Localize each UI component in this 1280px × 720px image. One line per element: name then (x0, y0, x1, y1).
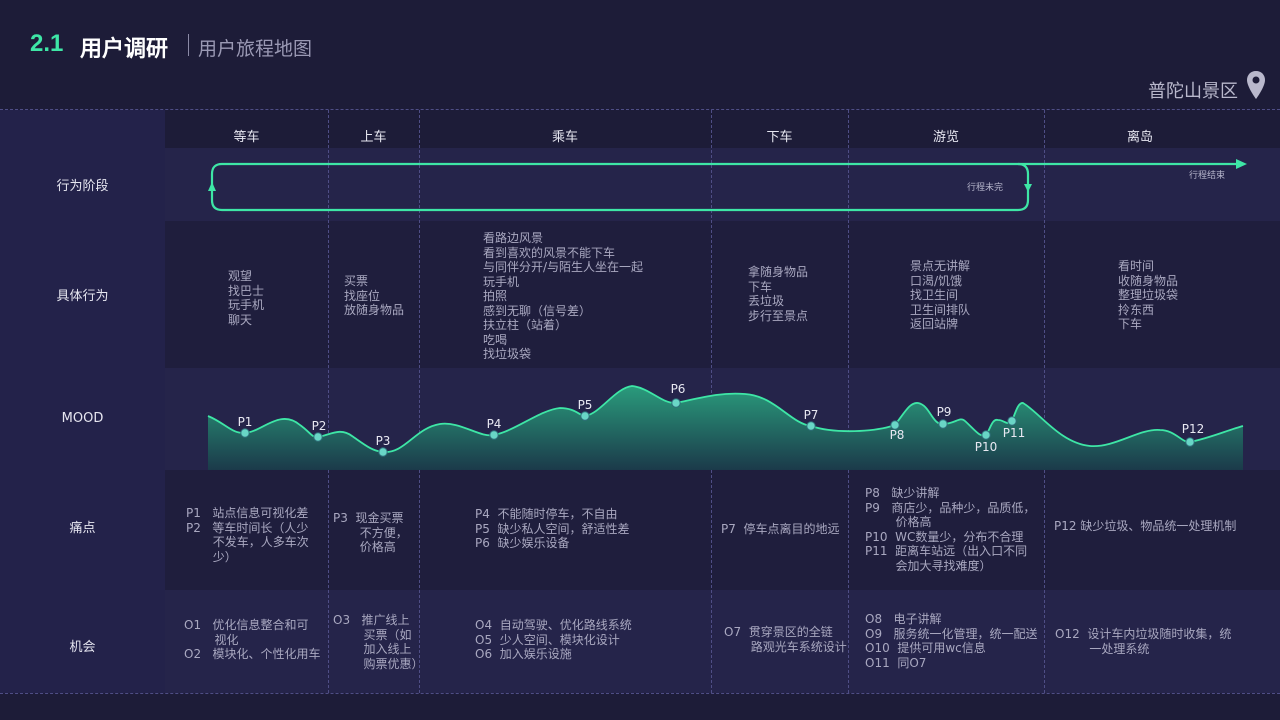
stage-waiting: 等车 (233, 130, 260, 145)
opportunity-waiting: O1 优化信息整合和可 视化 O2 模块化、个性化用车 (184, 618, 321, 661)
stage-leaving: 离岛 (1126, 130, 1153, 145)
mood-curve: P1 P2 P3 P4 P5 P6 P7 P8 P9 P10 P11 P12 (207, 382, 1244, 470)
loop-label: 行程未完 (967, 183, 1004, 193)
actions-touring: 景点无讲解 口渴/饥饿 找卫生间 卫生间排队 返回站牌 (910, 259, 971, 331)
top-divider (0, 109, 1280, 110)
mood-point-label: P6 (671, 382, 686, 396)
mood-point (580, 411, 590, 421)
mood-point (489, 430, 499, 440)
pain-waiting: P1 站点信息可视化差 P2 等车时间长（人少 不发车，人多车次 少） (186, 506, 309, 564)
mood-point (1185, 437, 1195, 447)
stage-touring: 游览 (932, 130, 959, 145)
mood-point (981, 430, 991, 440)
actions-alighting: 拿随身物品 下车 丢垃圾 步行至景点 (748, 265, 809, 323)
mood-point-label: P12 (1182, 422, 1205, 436)
opportunity-touring: O8 电子讲解 O9 服务统一化管理，统一配送 O10 提供可用wc信息 O11… (865, 612, 1038, 670)
end-label: 行程结束 (1189, 171, 1226, 181)
mood-point-label: P1 (238, 415, 253, 429)
mood-point (313, 432, 323, 442)
pain-leaving: P12 缺少垃圾、物品统一处理机制 (1054, 519, 1237, 533)
actions-riding: 看路边风景 看到喜欢的风景不能下车 与同伴分开/与陌生人坐在一起 玩手机 拍照 … (483, 231, 644, 361)
mood-point (378, 447, 388, 457)
actions-boarding: 买票 找座位 放随身物品 (344, 274, 405, 317)
map-pin-icon (1247, 71, 1265, 99)
mood-point-label: P7 (804, 408, 819, 422)
opportunity-alighting: O7 贯穿景区的全链 路观光车系统设计 (724, 625, 847, 654)
section-number: 2.1 (30, 30, 64, 57)
opportunity-riding: O4 自动驾驶、优化路线系统 O5 少人空间、模块化设计 O6 加入娱乐设施 (475, 618, 632, 661)
pain-alighting: P7 停车点离目的地远 (721, 522, 840, 536)
page-title: 用户调研 (80, 37, 169, 62)
mood-point (240, 428, 250, 438)
stage-alighting: 下车 (766, 130, 793, 145)
bottom-divider (0, 693, 1280, 694)
mood-point-label: P10 (975, 440, 998, 454)
page-subtitle: 用户旅程地图 (198, 38, 313, 60)
mood-point-label: P4 (487, 417, 502, 431)
loop-arrow-icon (208, 159, 1247, 212)
mood-point-label: P2 (312, 419, 327, 433)
mood-point (671, 398, 681, 408)
mood-point-label: P8 (890, 428, 905, 442)
mood-point-label: P5 (578, 398, 593, 412)
stage-riding: 乘车 (551, 130, 578, 145)
pain-boarding: P3 现金买票 不方便， 价格高 (333, 511, 408, 554)
mood-point-label: P9 (937, 405, 952, 419)
opportunity-boarding: O3 推广线上 买票（如 加入线上 购票优惠） (333, 613, 424, 671)
location-label: 普陀山景区 (1148, 81, 1238, 102)
actions-leaving: 看时间 收随身物品 整理垃圾袋 拎东西 下车 (1118, 259, 1179, 331)
title-divider (188, 34, 189, 56)
mood-point (806, 421, 816, 431)
pain-touring: P8 缺少讲解 P9 商店少，品种少，品质低， 价格高 P10 WC数量少，分布… (865, 486, 1036, 573)
row-label-opportunities: 机会 (69, 639, 96, 655)
mood-point (1007, 416, 1017, 426)
row-label-actions: 具体行为 (56, 289, 109, 304)
mood-point-label: P3 (376, 434, 391, 448)
stage-boarding: 上车 (360, 130, 387, 145)
mood-point-label: P11 (1003, 426, 1026, 440)
row-label-pain-points: 痛点 (69, 520, 96, 536)
actions-waiting: 观望 找巴士 玩手机 聊天 (228, 269, 265, 327)
pain-riding: P4 不能随时停车，不自由 P5 缺少私人空间，舒适性差 P6 缺少娱乐设备 (475, 507, 630, 550)
mood-area (208, 386, 1243, 470)
opportunity-leaving: O12 设计车内垃圾随时收集，统 一处理系统 (1055, 627, 1232, 656)
mood-point (938, 419, 948, 429)
